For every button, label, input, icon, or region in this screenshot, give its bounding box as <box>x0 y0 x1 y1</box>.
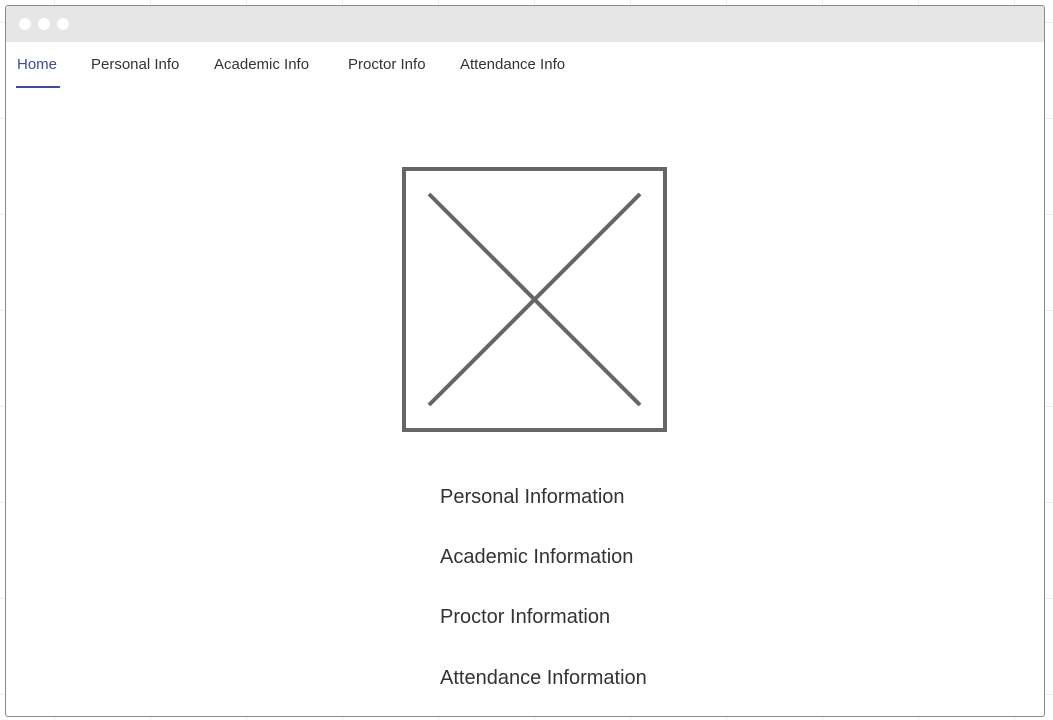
image-placeholder-icon <box>402 167 667 432</box>
tab-proctor-info[interactable]: Proctor Info <box>348 56 426 73</box>
window-titlebar <box>6 6 1044 42</box>
tab-personal-info[interactable]: Personal Info <box>91 56 179 73</box>
attendance-information-link[interactable]: Attendance Information <box>440 667 647 690</box>
tab-academic-info[interactable]: Academic Info <box>214 56 309 73</box>
tab-attendance-info[interactable]: Attendance Info <box>460 56 565 73</box>
active-tab-indicator <box>16 86 60 88</box>
proctor-information-link[interactable]: Proctor Information <box>440 606 610 629</box>
window-minimize-dot[interactable] <box>38 18 50 30</box>
tab-home[interactable]: Home <box>17 56 57 73</box>
window-close-dot[interactable] <box>19 18 31 30</box>
personal-information-link[interactable]: Personal Information <box>440 486 625 509</box>
academic-information-link[interactable]: Academic Information <box>440 546 633 569</box>
browser-window: Home Personal Info Academic Info Proctor… <box>5 5 1045 717</box>
window-maximize-dot[interactable] <box>57 18 69 30</box>
nav-bar: Home Personal Info Academic Info Proctor… <box>6 42 1044 92</box>
